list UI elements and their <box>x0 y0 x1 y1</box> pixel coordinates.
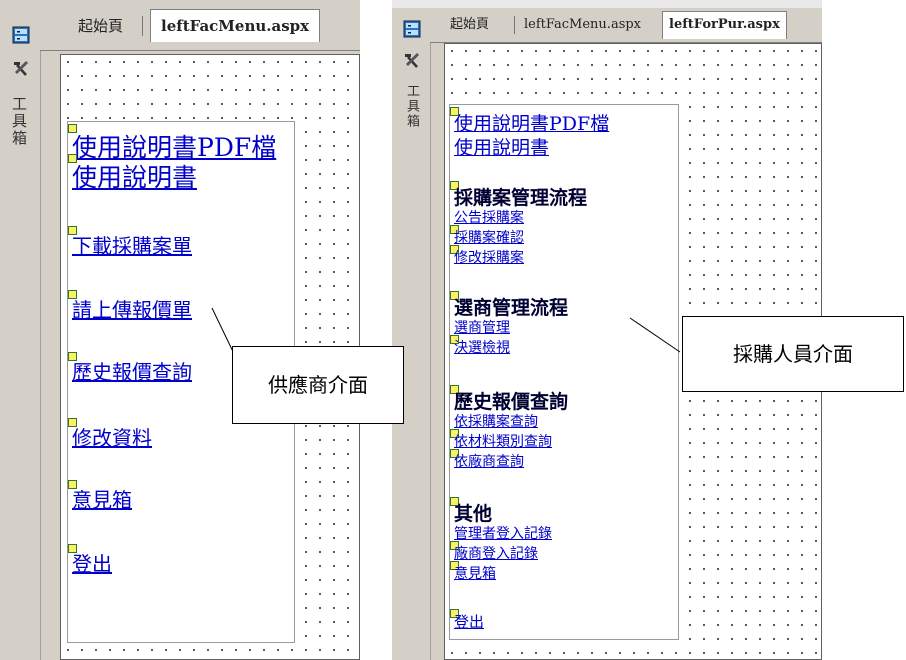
vendor-interface-callout: 供應商介面 <box>232 346 404 424</box>
purchaser-callout-leader <box>629 317 681 353</box>
purchaser-interface-callout: 採購人員介面 <box>682 316 904 392</box>
